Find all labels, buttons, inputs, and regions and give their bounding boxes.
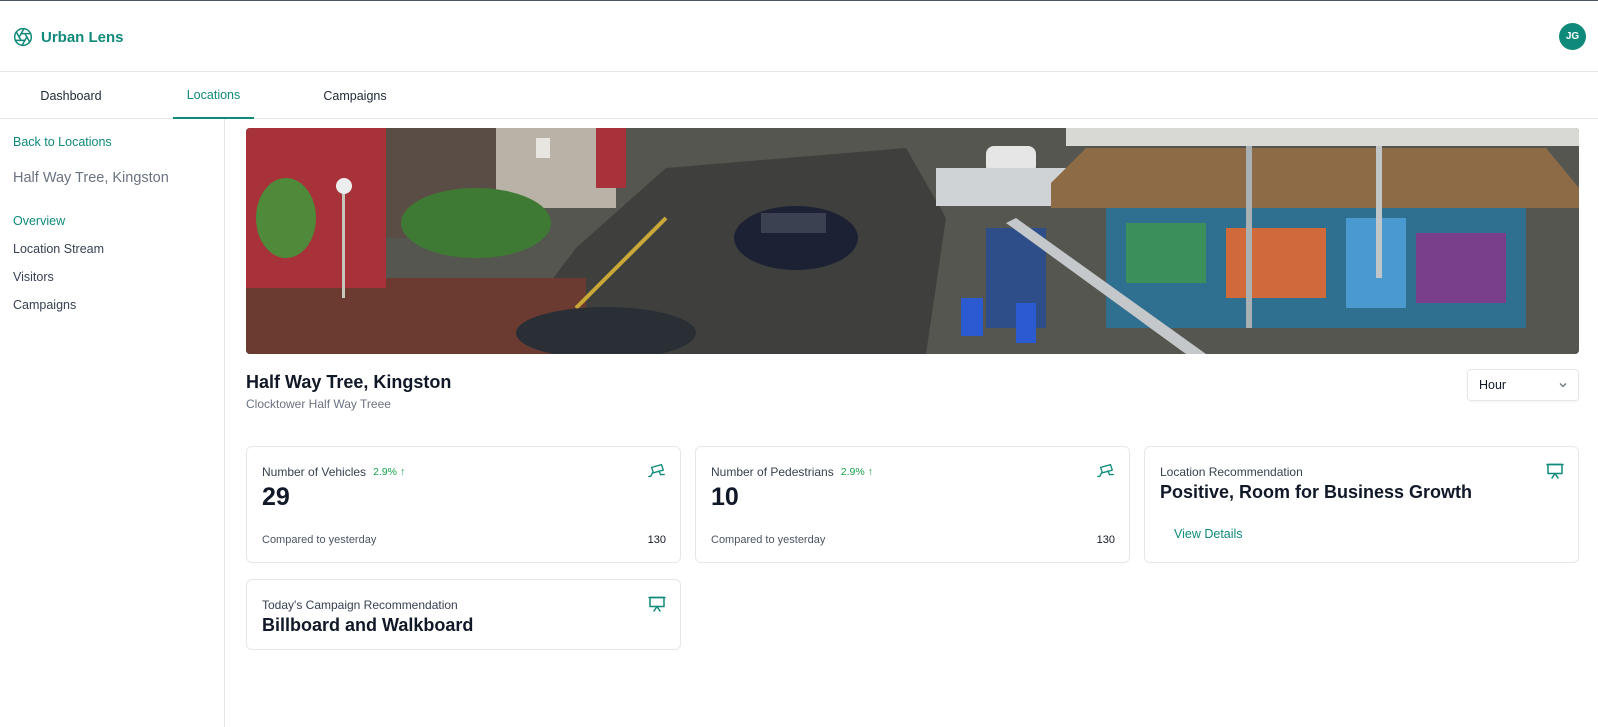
vehicles-compare-label: Compared to yesterday xyxy=(262,534,377,546)
vehicles-count: 29 xyxy=(262,483,290,511)
campaign-recommendation-headline: Billboard and Walkboard xyxy=(262,615,474,635)
tab-locations[interactable]: Locations xyxy=(173,72,254,119)
tab-dashboard[interactable]: Dashboard xyxy=(16,72,126,119)
vehicles-card: Number of Vehicles 2.9% ↑ 29 Compared to… xyxy=(246,446,681,563)
location-recommendation-card: Location Recommendation Positive, Room f… xyxy=(1144,446,1579,563)
cctv-camera-icon xyxy=(648,464,665,478)
pedestrians-count: 10 xyxy=(711,483,739,511)
time-filter-value: Hour xyxy=(1479,378,1507,392)
view-details-link[interactable]: View Details xyxy=(1174,527,1243,541)
top-bar: Urban Lens JG xyxy=(0,0,1598,72)
back-to-locations-link[interactable]: Back to Locations xyxy=(13,135,112,149)
card-label: Number of Pedestrians 2.9% ↑ xyxy=(711,465,873,479)
pedestrians-label: Number of Pedestrians xyxy=(711,465,834,479)
tab-campaigns[interactable]: Campaigns xyxy=(300,72,410,119)
chevron-down-icon xyxy=(1559,383,1567,388)
location-title: Half Way Tree, Kingston xyxy=(246,372,452,392)
cctv-camera-icon xyxy=(1097,464,1114,478)
main-tabs: Dashboard Locations Campaigns xyxy=(0,72,1598,119)
brand-logo[interactable]: Urban Lens xyxy=(13,27,124,47)
card-label: Number of Vehicles 2.9% ↑ xyxy=(262,465,405,479)
sidebar: Back to Locations Half Way Tree, Kingsto… xyxy=(0,119,225,727)
pedestrians-compare-label: Compared to yesterday xyxy=(711,534,826,546)
sidebar-location-title: Half Way Tree, Kingston xyxy=(13,170,169,186)
location-camera-image xyxy=(246,128,1579,354)
sidebar-nav: Overview Location Stream Visitors Campai… xyxy=(13,213,104,325)
location-recommendation-label: Location Recommendation xyxy=(1160,465,1303,479)
sidebar-item-campaigns[interactable]: Campaigns xyxy=(13,297,104,325)
vehicles-compare-value: 130 xyxy=(647,534,666,546)
vehicles-trend: 2.9% ↑ xyxy=(373,466,406,478)
aperture-icon xyxy=(13,27,33,47)
sidebar-item-location-stream[interactable]: Location Stream xyxy=(13,241,104,269)
app-name: Urban Lens xyxy=(41,28,124,46)
location-recommendation-headline: Positive, Room for Business Growth xyxy=(1160,482,1473,502)
vehicles-label: Number of Vehicles xyxy=(262,465,367,479)
pedestrians-card: Number of Pedestrians 2.9% ↑ 10 Compared… xyxy=(695,446,1130,563)
time-filter-select[interactable]: Hour xyxy=(1467,369,1579,401)
presentation-icon xyxy=(648,596,666,612)
sidebar-item-overview[interactable]: Overview xyxy=(13,213,104,241)
sidebar-item-visitors[interactable]: Visitors xyxy=(13,269,104,297)
campaign-recommendation-label: Today's Campaign Recommendation xyxy=(262,598,458,612)
campaign-recommendation-card: Today's Campaign Recommendation Billboar… xyxy=(246,579,681,650)
pedestrians-trend: 2.9% ↑ xyxy=(840,466,873,478)
location-subtitle: Clocktower Half Way Treee xyxy=(246,397,391,411)
user-avatar[interactable]: JG xyxy=(1559,23,1586,50)
presentation-icon xyxy=(1546,463,1564,479)
pedestrians-compare-value: 130 xyxy=(1096,534,1115,546)
